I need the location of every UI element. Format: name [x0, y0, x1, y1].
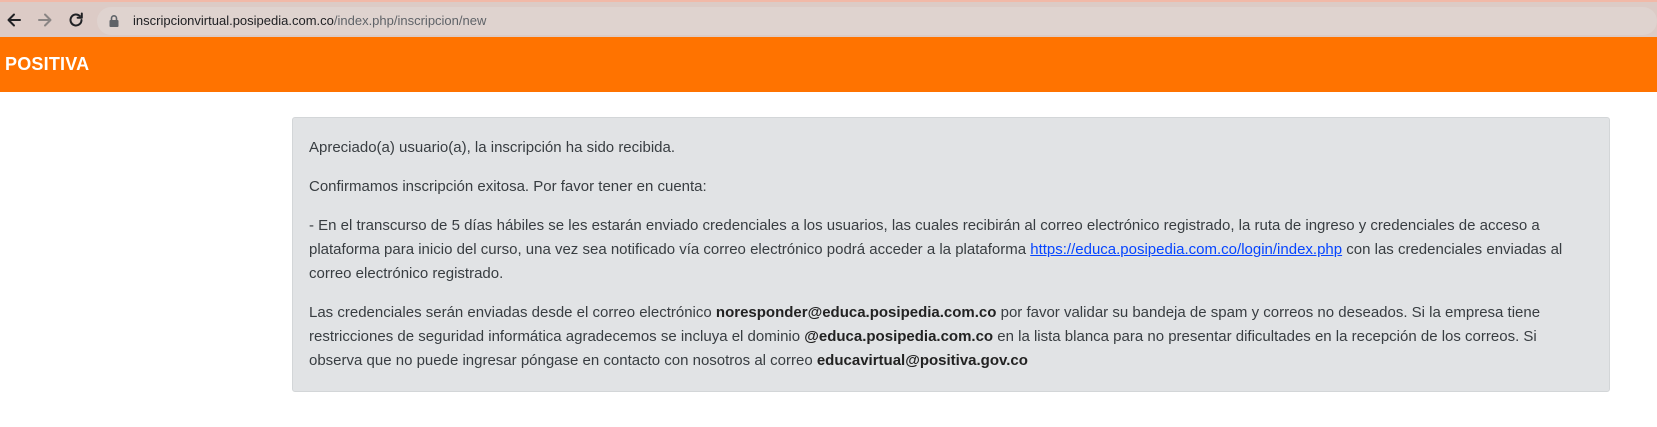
greeting-text: Apreciado(a) usuario(a), la inscripción … — [309, 139, 676, 156]
contact-email: educavirtual@positiva.gov.co — [816, 352, 1028, 369]
arrow-left-icon — [7, 13, 21, 27]
confirmation-message: Apreciado(a) usuario(a), la inscripción … — [292, 117, 1610, 392]
arrow-right-icon — [38, 13, 52, 27]
url-path: /index.php/inscripcion/new — [333, 13, 487, 28]
sender-email: noresponder@educa.posipedia.com.co — [715, 304, 997, 321]
platform-login-link[interactable]: https://educa.posipedia.com.co/login/ind… — [1030, 241, 1342, 258]
url-text[interactable]: inscripcionvirtual.posipedia.com.co/inde… — [133, 13, 486, 29]
lock-icon[interactable] — [107, 14, 121, 28]
credentials-text: Las credenciales serán enviadas desde el… — [309, 304, 716, 321]
browser-toolbar: inscripcionvirtual.posipedia.com.co/inde… — [0, 0, 1657, 37]
credentials-paragraph: Las credenciales serán enviadas desde el… — [309, 301, 1593, 373]
url-host: inscripcionvirtual.posipedia.com.co — [133, 13, 334, 28]
brand-logo-text[interactable]: POSITIVA — [5, 54, 89, 75]
confirmation-text: Confirmamos inscripción exitosa. Por fav… — [309, 178, 707, 195]
forward-button[interactable] — [33, 8, 57, 32]
back-button[interactable] — [2, 8, 26, 32]
whitelist-domain: @educa.posipedia.com.co — [804, 328, 994, 345]
reload-button[interactable] — [64, 8, 88, 32]
reload-icon — [69, 12, 83, 27]
address-bar[interactable]: inscripcionvirtual.posipedia.com.co/inde… — [97, 7, 1657, 35]
instructions-paragraph: - En el transcurso de 5 días hábiles se … — [309, 214, 1593, 286]
site-header: POSITIVA — [0, 37, 1657, 92]
